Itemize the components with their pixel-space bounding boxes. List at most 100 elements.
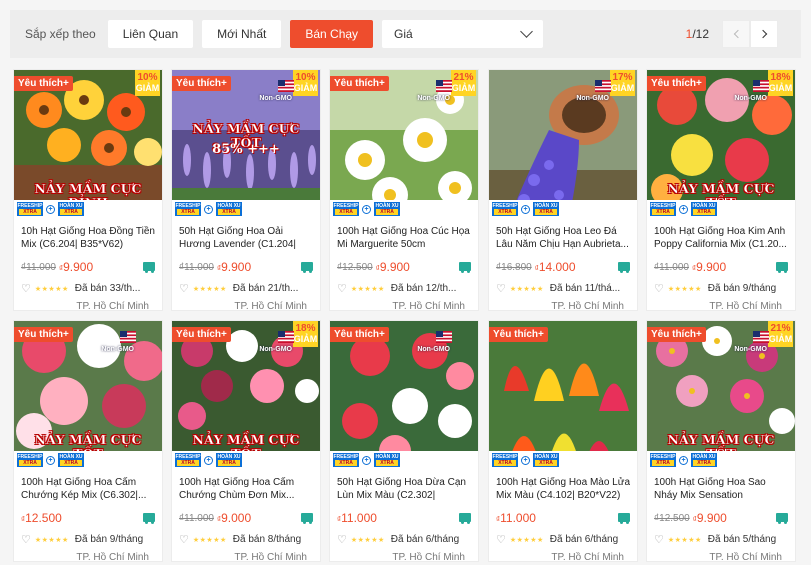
- shop-location: TP. Hồ Chí Minh: [551, 301, 624, 311]
- product-name[interactable]: 100h Hạt Giống Hoa Cẩm Chướng Chùm Đơn M…: [179, 477, 313, 502]
- product-image[interactable]: Yêu thích+21%GIẢMNon-GMONẢY MẦM CỰC TỐT+…: [647, 321, 795, 469]
- usa-flag-icon: [278, 331, 294, 343]
- xtra-text: XTRA: [19, 209, 41, 215]
- product-image[interactable]: Yêu thích+ FREESHIP XTRA + HOÀN XU XTRA: [489, 321, 637, 469]
- product-card[interactable]: Yêu thích+21%GIẢMNon-GMONẢY MẦM CỰC TỐT+…: [646, 320, 796, 562]
- product-card[interactable]: Yêu thích+ 10% GIẢM Non-GMO NẢY MẦM CỰC TỐT 8…: [171, 69, 321, 311]
- xtra-text: XTRA: [335, 460, 357, 466]
- freeship-xtra-badge: FREESHIP XTRA: [17, 202, 43, 216]
- free-shipping-truck-icon: [459, 262, 471, 273]
- promo-strip: FREESHIP XTRA + HOÀN XU XTRA: [647, 451, 795, 469]
- product-card[interactable]: Yêu thích+18%GIẢMNon-GMONẢY MẦM CỰC TỐTF…: [171, 320, 321, 562]
- sold-count: Đã bán 12/th...: [390, 283, 457, 294]
- product-image[interactable]: Yêu thích+ 21% GIẢM Non-GMO FREESHIP XTRA + HOÀ…: [330, 70, 478, 218]
- product-name[interactable]: 10h Hạt Giống Hoa Đồng Tiền Mix (C6.204|…: [21, 226, 155, 251]
- xtra-text: XTRA: [693, 460, 715, 466]
- plus-icon: +: [46, 455, 55, 465]
- xtra-text: XTRA: [218, 460, 240, 466]
- heart-icon[interactable]: ♡: [654, 533, 664, 546]
- next-page-button[interactable]: [750, 20, 778, 48]
- discount-percent: 18%: [770, 72, 791, 83]
- discount-percent: 21%: [770, 323, 791, 334]
- product-image[interactable]: Yêu thích+18%GIẢMNon-GMONẢY MẦM CỰC TỐT+…: [647, 70, 795, 218]
- sale-price: ₫9.900: [692, 260, 726, 274]
- discount-percent: 10%: [295, 72, 316, 83]
- product-card[interactable]: Yêu thích+18%GIẢMNon-GMONẢY MẦM CỰC TỐT+…: [646, 69, 796, 311]
- product-name[interactable]: 50h Hạt Giống Hoa Oải Hương Lavender (C1…: [179, 226, 313, 251]
- meta-row: ♡ ★★★★★ Đã bán 9/tháng: [654, 282, 788, 295]
- freeship-xtra-badge: FREESHIP XTRA: [175, 202, 201, 216]
- plus-icon: +: [521, 204, 530, 214]
- heart-icon[interactable]: ♡: [337, 533, 347, 546]
- meta-row: ♡ ★★★★★ Đã bán 12/th...: [337, 282, 471, 295]
- product-name[interactable]: 100h Hạt Giống Hoa Cúc Họa Mi Marguerite…: [337, 226, 471, 251]
- original-price: ₫11.000: [179, 512, 214, 524]
- heart-icon[interactable]: ♡: [179, 533, 189, 546]
- promo-strip: FREESHIP XTRA + HOÀN XU XTRA: [14, 451, 162, 469]
- prev-page-button[interactable]: [722, 20, 750, 48]
- discount-label: GIẢM: [768, 83, 793, 93]
- heart-icon[interactable]: ♡: [21, 533, 31, 546]
- discount-percent: 21%: [453, 72, 474, 83]
- sort-relevance-button[interactable]: Liên Quan: [107, 20, 194, 48]
- discount-badge: 18% GIẢM: [293, 321, 318, 347]
- discount-percent: 17%: [612, 72, 633, 83]
- hoan-xu-xtra-badge: HOÀN XU XTRA: [691, 202, 717, 216]
- heart-icon[interactable]: ♡: [496, 533, 506, 546]
- discount-label: GIẢM: [610, 83, 635, 93]
- product-name[interactable]: 50h Hạt Giống Hoa Leo Đá Lâu Năm Chịu Hạ…: [496, 226, 630, 251]
- non-gmo-label: Non-GMO: [259, 95, 292, 102]
- xtra-text: XTRA: [494, 209, 516, 215]
- shop-location: TP. Hồ Chí Minh: [709, 301, 782, 311]
- heart-icon[interactable]: ♡: [654, 282, 664, 295]
- product-name[interactable]: 100h Hạt Giống Hoa Cẩm Chướng Kép Mix (C…: [21, 477, 155, 502]
- product-name[interactable]: 100h Hạt Giống Hoa Kim Anh Poppy Califor…: [654, 226, 788, 251]
- product-image[interactable]: Yêu thích+ 10% GIẢM Non-GMO NẢY MẦM CỰC TỐT 8…: [172, 70, 320, 218]
- sort-newest-button[interactable]: Mới Nhất: [202, 20, 282, 48]
- non-gmo-label: Non-GMO: [101, 346, 134, 353]
- star-rating-icon: ★★★★★: [667, 285, 702, 293]
- heart-icon[interactable]: ♡: [179, 282, 189, 295]
- non-gmo-label: Non-GMO: [576, 95, 609, 102]
- price-sort-select[interactable]: Giá: [382, 20, 544, 48]
- hoan-xu-xtra-badge: HOÀN XU XTRA: [216, 453, 242, 467]
- product-image[interactable]: Yêu thích+10%GIẢMNẢY MẦM CỰC ĐỈNHFREESHI…: [14, 70, 162, 218]
- product-info: 100h Hạt Giống Hoa Cẩm Chướng Kép Mix (C…: [14, 469, 162, 561]
- product-card[interactable]: Yêu thích+Non-GMONẢY MẦM CỰC TỐTFREESHIP…: [13, 320, 163, 562]
- favorite-badge: Yêu thích+: [489, 327, 548, 342]
- shop-location: TP. Hồ Chí Minh: [392, 301, 465, 311]
- usa-flag-icon: [595, 80, 611, 92]
- free-shipping-truck-icon: [618, 513, 630, 524]
- product-name[interactable]: 100h Hạt Giống Hoa Sao Nháy Mix Sensatio…: [654, 477, 788, 502]
- heart-icon[interactable]: ♡: [337, 282, 347, 295]
- product-card[interactable]: Yêu thích+10%GIẢMNẢY MẦM CỰC ĐỈNHFREESHI…: [13, 69, 163, 311]
- non-gmo-label: Non-GMO: [259, 346, 292, 353]
- sort-bestseller-button[interactable]: Bán Chạy: [290, 20, 374, 48]
- product-name[interactable]: 50h Hạt Giống Hoa Dừa Cạn Lùn Mix Màu (C…: [337, 477, 471, 502]
- product-card[interactable]: Yêu thích+ FREESHIP XTRA + HOÀN XU XTRA 100h H…: [488, 320, 638, 562]
- discount-label: GIẢM: [135, 83, 160, 93]
- sold-count: Đã bán 6/tháng: [390, 534, 460, 545]
- product-name[interactable]: 100h Hạt Giống Hoa Mào Lửa Mix Màu (C4.1…: [496, 477, 630, 502]
- xtra-text: XTRA: [693, 209, 715, 215]
- xtra-text: XTRA: [19, 460, 41, 466]
- product-image[interactable]: Yêu thích+18%GIẢMNon-GMONẢY MẦM CỰC TỐTF…: [172, 321, 320, 469]
- product-image[interactable]: 17% GIẢM Non-GMO FREESHIP XTRA + HOÀN XU XTRA: [489, 70, 637, 218]
- plus-icon: +: [362, 204, 371, 214]
- price-row: ₫11.000: [337, 509, 471, 527]
- sold-count: Đã bán 6/tháng: [549, 534, 619, 545]
- xtra-text: XTRA: [177, 209, 199, 215]
- product-card[interactable]: 17% GIẢM Non-GMO FREESHIP XTRA + HOÀN XU XTRA 50…: [488, 69, 638, 311]
- xtra-text: XTRA: [535, 209, 557, 215]
- favorite-badge: Yêu thích+: [172, 76, 231, 91]
- heart-icon[interactable]: ♡: [21, 282, 31, 295]
- product-image[interactable]: Yêu thích+Non-GMONẢY MẦM CỰC TỐTFREESHIP…: [14, 321, 162, 469]
- promo-sub: 85% +++: [212, 142, 280, 157]
- original-price: ₫12.500: [337, 261, 373, 273]
- discount-badge: 10% GIẢM: [135, 70, 160, 96]
- product-image[interactable]: Yêu thích+ Non-GMO FREESHIP XTRA + HOÀN XU XTR…: [330, 321, 478, 469]
- product-card[interactable]: Yêu thích+ 21% GIẢM Non-GMO FREESHIP XTRA + HOÀ…: [329, 69, 479, 311]
- product-card[interactable]: Yêu thích+ Non-GMO FREESHIP XTRA + HOÀN XU XTR…: [329, 320, 479, 562]
- sale-price-value: 9.900: [63, 260, 94, 274]
- heart-icon[interactable]: ♡: [496, 282, 506, 295]
